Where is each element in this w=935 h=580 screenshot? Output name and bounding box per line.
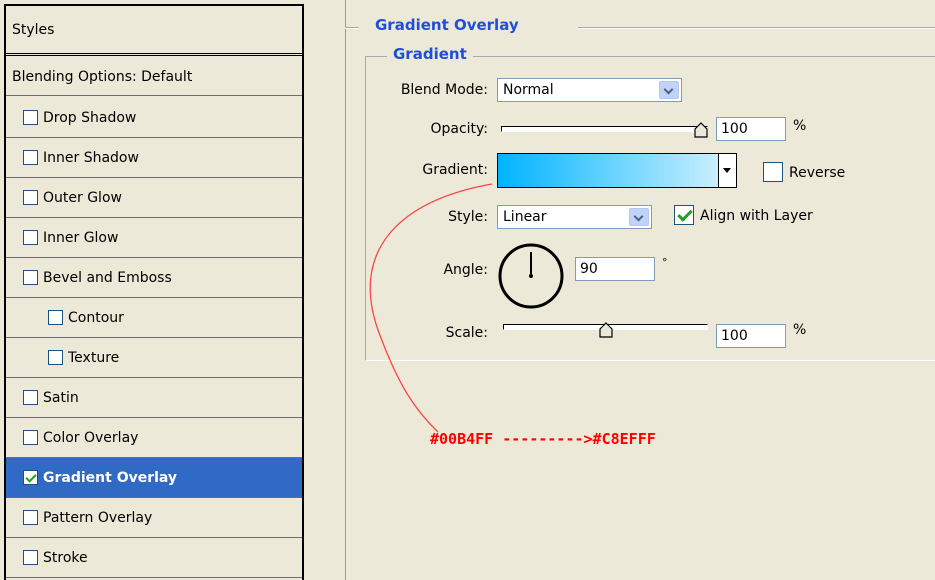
chevron-down-icon [629,208,649,226]
style-item[interactable]: Pattern Overlay [6,498,302,538]
opacity-input[interactable]: 100 [716,117,786,141]
style-item-label: Inner Glow [43,229,119,246]
blend-mode-select[interactable]: Normal [497,78,682,102]
angle-label: Angle: [443,262,488,278]
align-with-layer-checkbox[interactable] [674,205,694,225]
style-item[interactable]: Outer Glow [6,178,302,218]
chevron-down-icon [659,81,679,99]
style-item-checkbox[interactable] [23,270,38,285]
style-item-label: Drop Shadow [43,109,137,126]
style-item-checkbox[interactable] [23,110,38,125]
styles-header-label: Styles [12,21,55,38]
style-item-label: Contour [68,309,124,326]
styles-list: Styles Blending Options: Default Drop Sh… [4,4,304,580]
opacity-slider[interactable] [501,126,708,132]
reverse-checkbox[interactable] [763,162,783,182]
gradient-overlay-title: Gradient Overlay [369,16,525,34]
gradient-dropdown-arrow-icon[interactable] [718,154,736,187]
blend-mode-label: Blend Mode: [400,82,488,98]
angle-dial[interactable] [495,240,567,312]
style-label: Style: [448,209,488,225]
style-item-label: Satin [43,389,79,406]
style-item[interactable]: Contour [6,298,302,338]
style-item-label: Outer Glow [43,189,122,206]
style-item-label: Stroke [43,549,88,566]
outer-group-line-left [345,27,359,29]
gradient-group-title: Gradient [387,45,473,63]
scale-input[interactable]: 100 [716,324,786,348]
opacity-unit: % [793,118,807,134]
style-item-label: Gradient Overlay [43,469,178,486]
blend-mode-value: Normal [503,82,554,98]
gradient-picker[interactable] [497,153,737,188]
blending-options-item[interactable]: Blending Options: Default [6,58,302,96]
style-item-label: Inner Shadow [43,149,139,166]
style-item-label: Bevel and Emboss [43,269,172,286]
style-item[interactable]: Inner Shadow [6,138,302,178]
style-item-label: Texture [68,349,120,366]
style-item-checkbox[interactable] [48,350,63,365]
style-item-label: Color Overlay [43,429,139,446]
style-item-checkbox[interactable] [23,430,38,445]
align-with-layer-label: Align with Layer [700,208,813,224]
style-item-label: Pattern Overlay [43,509,153,526]
gradient-preview[interactable] [498,154,718,187]
outer-group-line-right [578,27,935,29]
style-item-checkbox[interactable] [23,230,38,245]
style-select[interactable]: Linear [497,205,652,229]
style-item-checkbox[interactable] [23,550,38,565]
style-item-checkbox[interactable] [23,510,38,525]
style-item-checkbox[interactable] [23,390,38,405]
scale-unit: % [793,322,807,338]
style-item[interactable]: Texture [6,338,302,378]
style-item[interactable]: Inner Glow [6,218,302,258]
style-item-checkbox[interactable] [23,150,38,165]
angle-unit: ° [662,256,668,269]
gradient-label: Gradient: [422,162,488,178]
scale-label: Scale: [445,325,488,341]
style-item-checkbox[interactable] [48,310,63,325]
style-item[interactable]: Gradient Overlay [6,458,302,498]
style-item[interactable]: Bevel and Emboss [6,258,302,298]
angle-input[interactable]: 90 [575,257,655,281]
style-item[interactable]: Color Overlay [6,418,302,458]
styles-header[interactable]: Styles [6,6,302,56]
blending-options-label: Blending Options: Default [12,68,193,85]
opacity-label: Opacity: [430,121,488,137]
style-item[interactable]: Stroke [6,538,302,578]
gradient-color-annotation: #00B4FF --------->#C8EFFF [430,430,656,448]
style-item[interactable]: Drop Shadow [6,98,302,138]
style-item-checkbox[interactable] [23,190,38,205]
style-item[interactable]: Satin [6,378,302,418]
style-value: Linear [503,209,547,225]
style-item-checkbox[interactable] [23,470,38,485]
reverse-label: Reverse [789,165,846,181]
